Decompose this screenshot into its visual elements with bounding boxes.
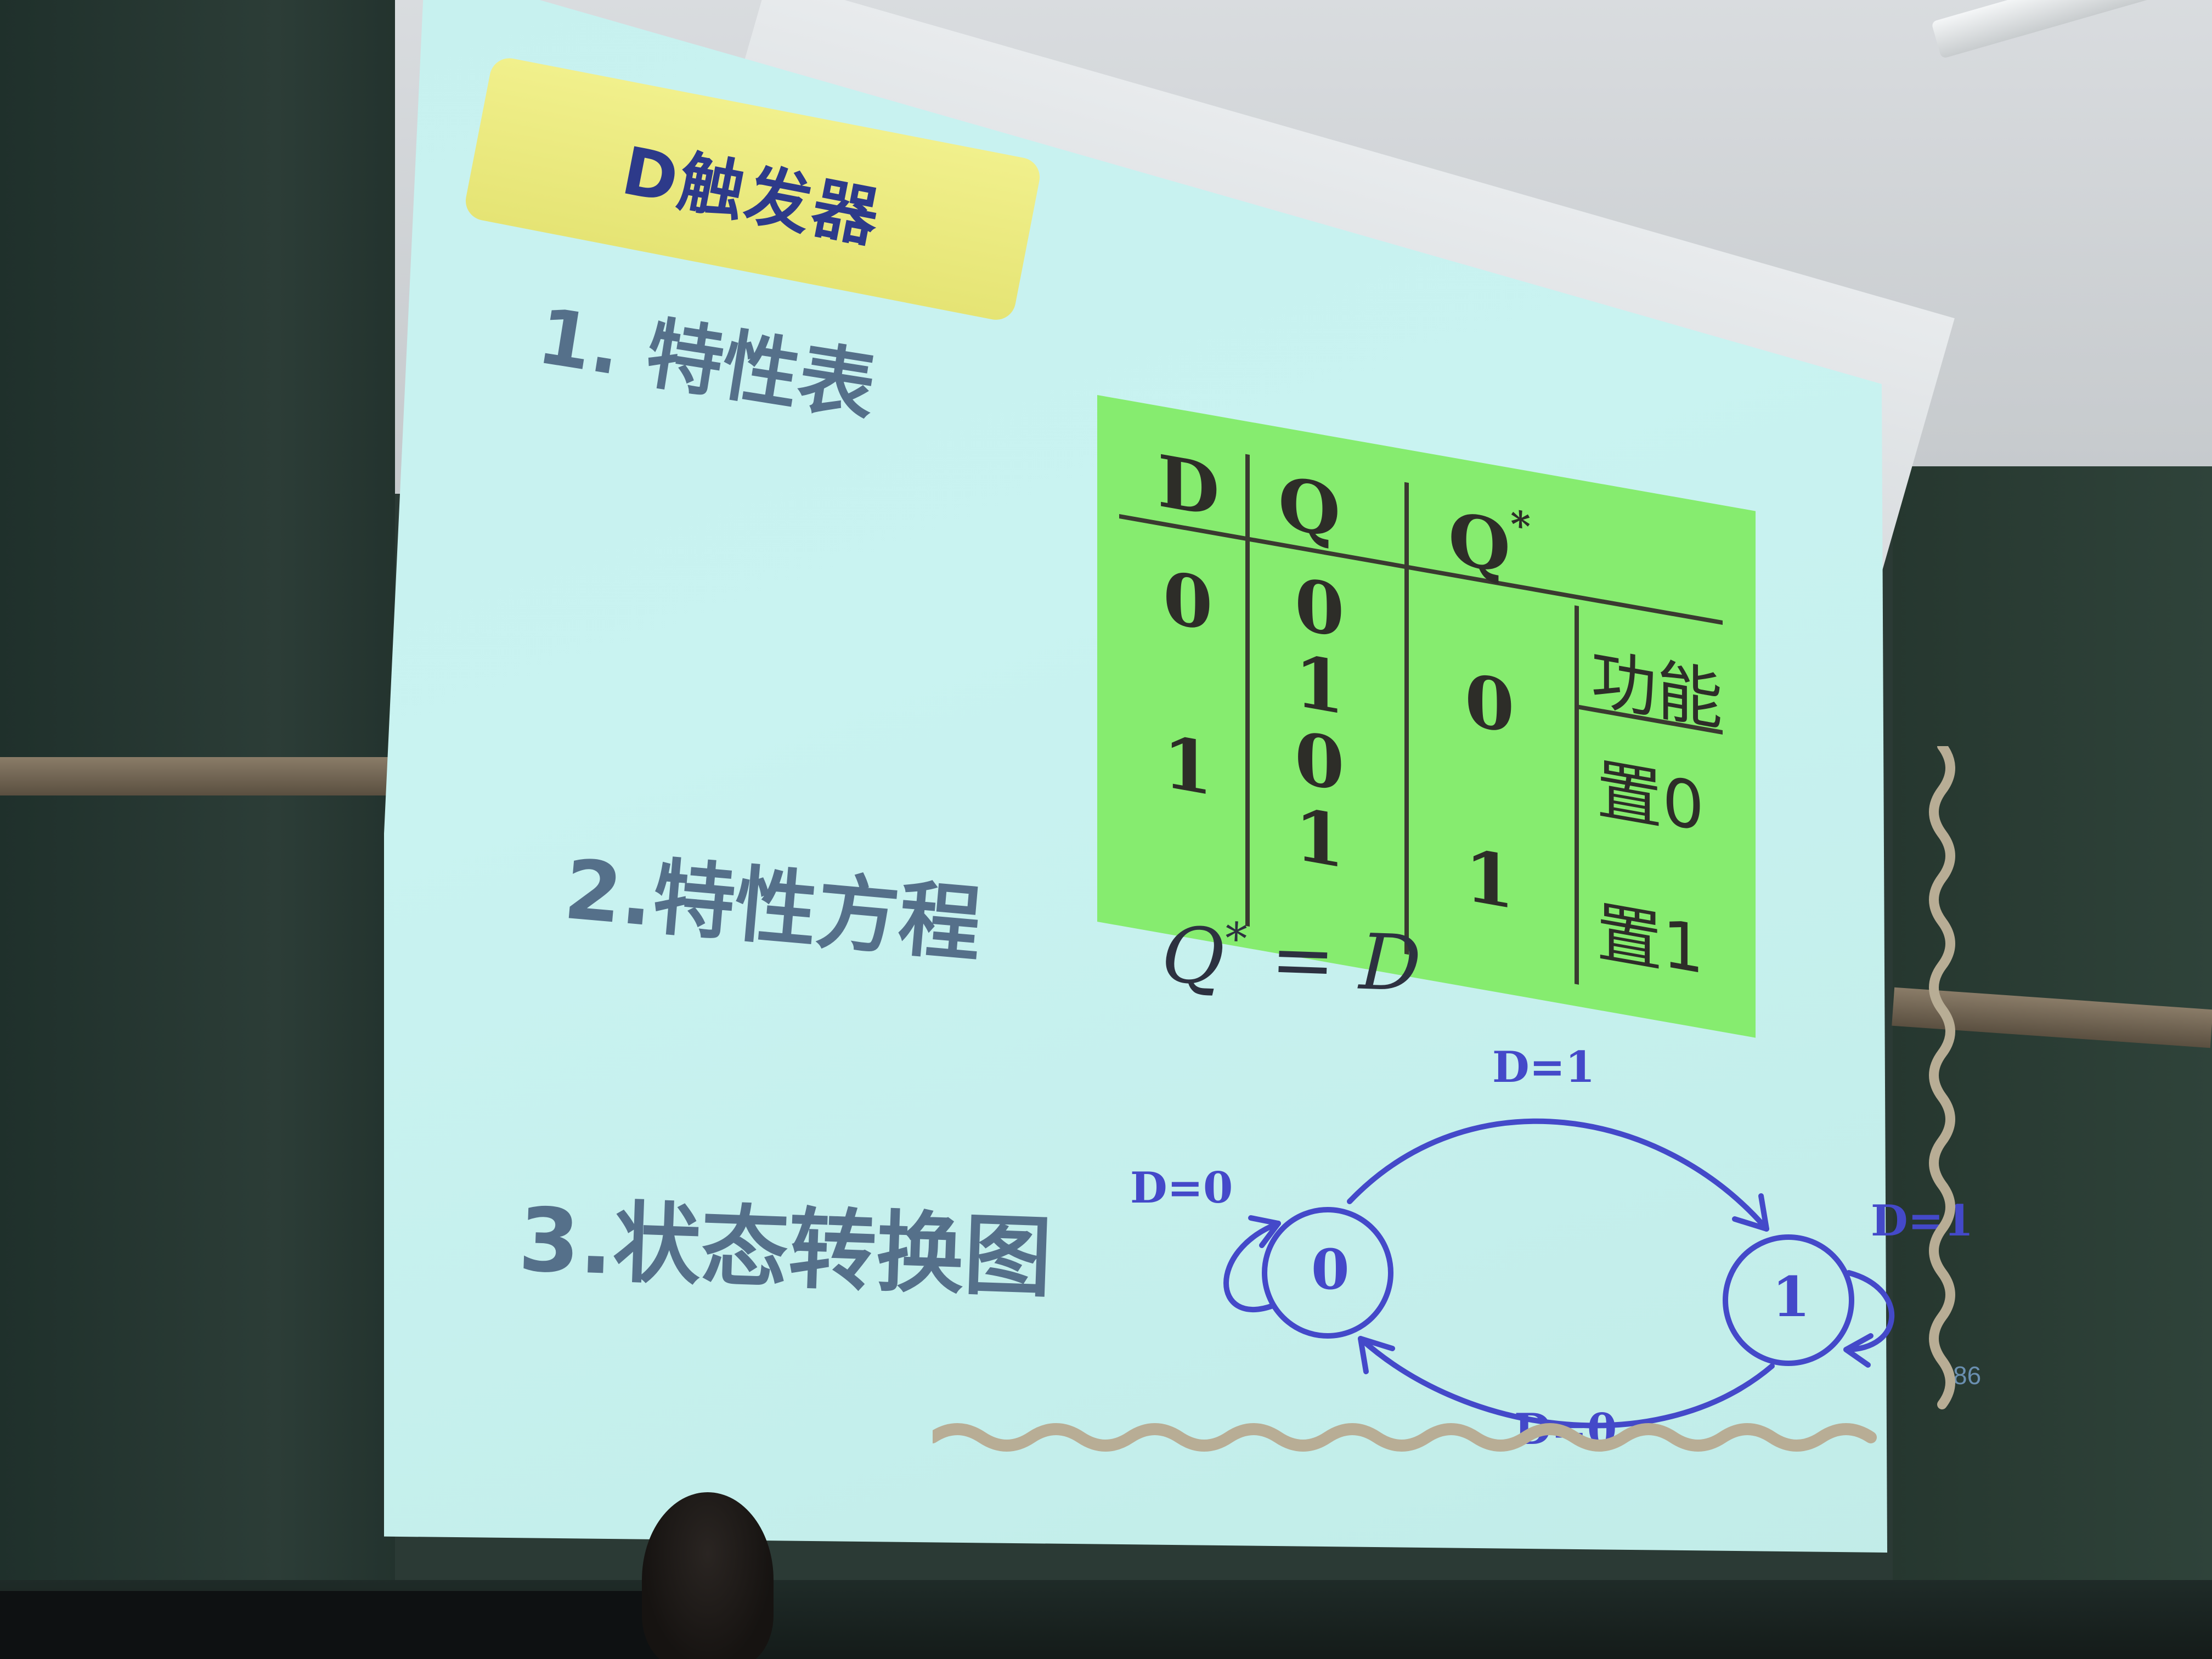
cell-function-0: 置0 [1596,751,1705,847]
equation-rhs: = D [1269,914,1423,1009]
header-qstar: Q* [1448,495,1531,594]
decorative-wave-bottom [933,1423,1877,1452]
cell-d-1: 1 [1163,719,1213,812]
transition-label-self-0: D=0 [1130,1163,1233,1213]
cell-function-1: 置1 [1596,894,1705,990]
transition-0-to-1 [1347,1118,1769,1232]
transition-label-top: D=1 [1492,1042,1595,1092]
header-q: Q [1278,460,1341,555]
board-ledge-left [0,757,395,795]
classroom-scene: D触发器 1. 特性表 2.特性方程 3.状态转换图 D Q Q* 功能 0 1… [0,0,2212,1659]
decorative-wave-right [1929,746,1955,1409]
cell-q-3: 1 [1295,792,1345,885]
state-label-0: 0 [1311,1237,1350,1302]
table-divider-3 [1575,605,1579,985]
section-state-diagram: 3.状态转换图 [517,1188,1054,1310]
state-label-1: 1 [1772,1265,1810,1329]
characteristic-equation: Q* = D [1160,911,1423,1009]
table-divider-1 [1245,454,1250,927]
section-characteristic-equation: 2.特性方程 [560,842,985,974]
person-head-silhouette [642,1492,774,1659]
header-qstar-base: Q [1448,495,1511,590]
monitor-top [0,1591,713,1659]
equation-lhs: Q [1160,911,1226,1002]
equation-sup: * [1224,913,1248,965]
header-function: 功能 [1591,640,1723,741]
cell-qstar-1: 1 [1465,833,1515,926]
header-d: D [1158,438,1220,534]
cell-qstar-0: 0 [1465,657,1515,751]
header-qstar-sup: * [1510,500,1531,550]
section-characteristic-table: 1. 特性表 [532,291,882,433]
table-divider-2 [1404,482,1409,955]
cell-d-0: 0 [1163,555,1213,648]
slide: D触发器 1. 特性表 2.特性方程 3.状态转换图 D Q Q* 功能 0 1… [384,0,2002,1569]
slide-title: D触发器 [616,133,887,258]
chalkboard-left [0,0,395,1659]
